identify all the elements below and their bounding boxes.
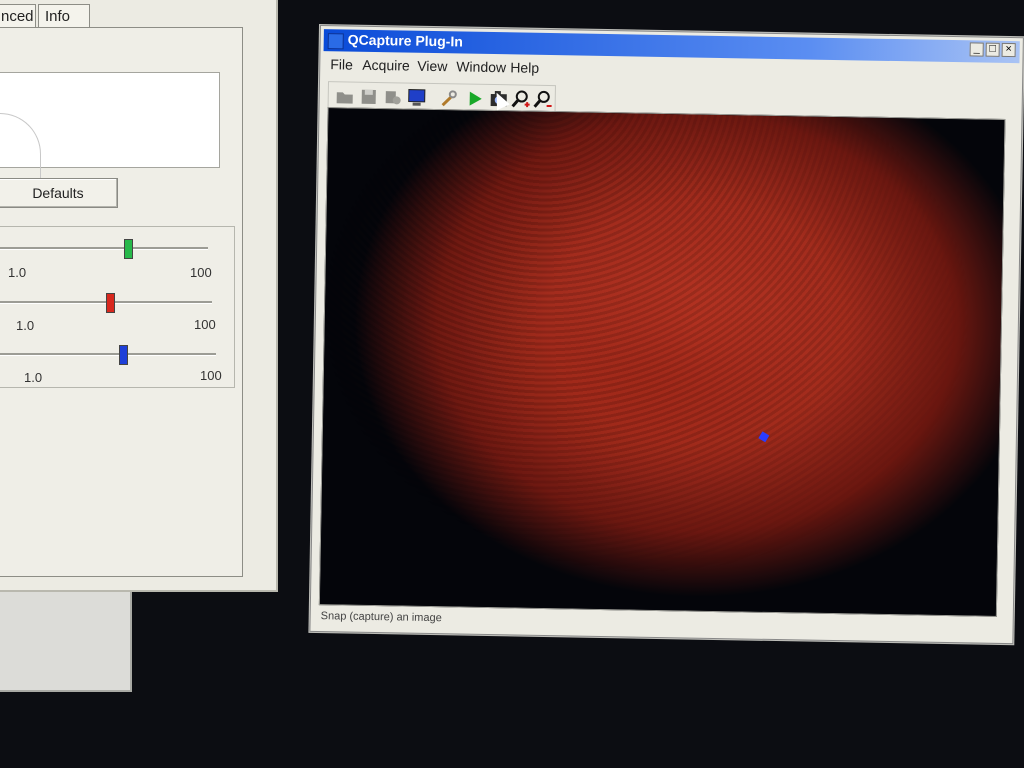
histogram-preview — [0, 72, 220, 194]
red-slider-thumb[interactable] — [106, 293, 115, 313]
window-title: QCapture Plug-In — [347, 31, 463, 50]
image-viewer[interactable] — [318, 107, 1006, 617]
app-icon — [327, 33, 344, 50]
green-slider-thumb[interactable] — [124, 239, 133, 259]
blue-slider-max: 100 — [200, 368, 222, 383]
menu-acquire[interactable]: Acquire — [362, 57, 410, 74]
color-gain-sliders: 1.0 100 1.0 100 1.0 100 — [0, 226, 235, 388]
blue-slider-track[interactable] — [0, 353, 216, 356]
settings-icon[interactable] — [383, 87, 403, 107]
image-texture — [318, 107, 1006, 617]
open-icon[interactable] — [335, 86, 355, 106]
zoom-in-icon[interactable] — [511, 89, 531, 109]
maximize-button[interactable]: □ — [985, 42, 1000, 57]
zoom-out-icon[interactable] — [533, 90, 553, 110]
tab-info[interactable]: Info — [38, 4, 90, 28]
tab-content: Defaults 1.0 100 1.0 100 1.0 100 — [0, 27, 243, 577]
blue-slider-min: 1.0 — [24, 370, 43, 385]
defaults-button[interactable]: Defaults — [0, 178, 118, 208]
tab-advanced[interactable]: nced — [0, 4, 36, 28]
settings-panel: nced Info Defaults 1.0 100 1.0 100 1.0 1… — [0, 0, 278, 592]
status-bar: Snap (capture) an image — [320, 610, 442, 625]
red-slider-max: 100 — [194, 317, 216, 332]
save-icon[interactable] — [359, 87, 379, 107]
green-slider-max: 100 — [190, 265, 212, 280]
red-slider-min: 1.0 — [16, 318, 35, 333]
menu-file[interactable]: File — [330, 56, 353, 72]
play-icon[interactable] — [465, 89, 485, 109]
minimize-button[interactable]: _ — [969, 42, 984, 57]
menu-view[interactable]: View — [417, 58, 447, 75]
lower-panel — [0, 592, 132, 692]
menu-help[interactable]: Help — [510, 59, 539, 76]
close-button[interactable]: × — [1001, 42, 1016, 58]
menu-window[interactable]: Window — [456, 58, 506, 75]
wrench-icon[interactable] — [439, 88, 459, 108]
qcapture-window: QCapture Plug-In _ □ × File Acquire View… — [309, 25, 1024, 645]
blue-slider-thumb[interactable] — [119, 345, 128, 365]
green-slider-min: 1.0 — [8, 265, 27, 280]
monitor-icon[interactable] — [407, 88, 427, 108]
green-slider-track[interactable] — [0, 247, 208, 250]
